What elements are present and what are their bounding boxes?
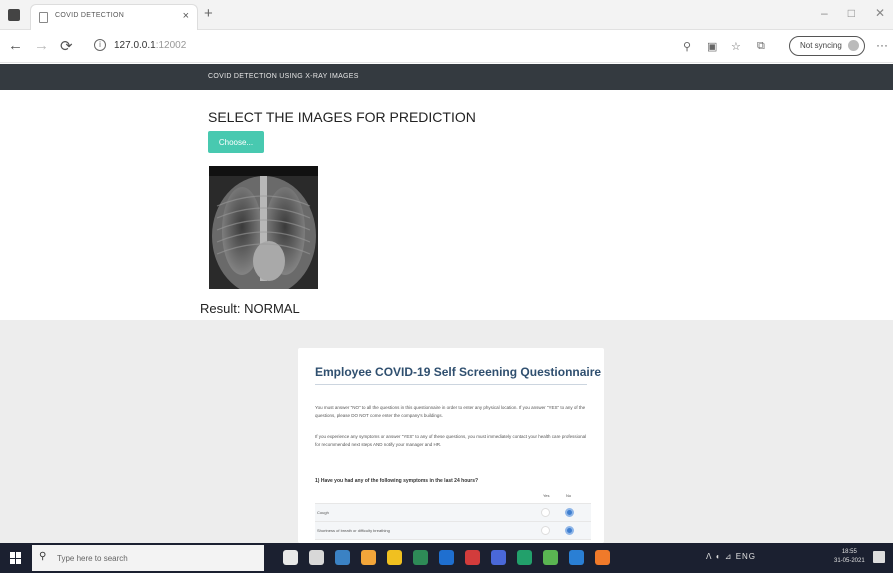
tab-title: COVID DETECTION (55, 12, 125, 19)
address-bar-row: ← → ⟳ i 127.0.0.1:12002 ⚲ ▣ ☆ ⧉ Not sync… (0, 30, 893, 63)
xray-image (209, 166, 318, 289)
taskbar-app-icon[interactable] (491, 550, 506, 565)
taskbar-app-icon[interactable] (361, 550, 376, 565)
url-host: 127.0.0.1 (114, 40, 156, 51)
symptom-grid: Yes No Cough Shortness of breath or diff… (315, 490, 591, 540)
taskbar-app-icon[interactable] (413, 550, 428, 565)
browser-tab[interactable]: COVID DETECTION × (30, 4, 198, 30)
cough-no-radio[interactable] (565, 508, 574, 517)
grid-row: Shortness of breath or difficulty breath… (315, 522, 591, 540)
clock-time: 18:55 (841, 549, 857, 555)
taskbar-clock[interactable]: 18:55 31-05-2021 (834, 548, 865, 566)
new-tab-icon[interactable]: + (204, 5, 213, 22)
forward-arrow-icon[interactable]: → (34, 37, 49, 54)
back-arrow-icon[interactable]: ← (8, 37, 23, 54)
page-heading: SELECT THE IMAGES FOR PREDICTION (208, 109, 476, 125)
more-options-icon[interactable]: ··· (876, 38, 888, 52)
taskbar-app-icon[interactable] (569, 550, 584, 565)
tab-actions-icon[interactable] (8, 9, 20, 21)
read-aloud-icon[interactable]: ▣ (707, 40, 717, 53)
taskbar-app-icon[interactable] (543, 550, 558, 565)
page-icon (39, 12, 48, 23)
windows-taskbar: ⚲ Type here to search ᐱ ◐ ⊿ ENG 18:55 31… (0, 543, 893, 573)
search-icon: ⚲ (39, 551, 47, 562)
breath-no-radio[interactable] (565, 526, 574, 535)
favorites-star-icon[interactable]: ☆ (731, 40, 741, 53)
profile-sync-button[interactable]: Not syncing (789, 36, 865, 56)
questionnaire-card: Employee COVID-19 Self Screening Questio… (298, 348, 604, 543)
taskbar-app-icon[interactable] (335, 550, 350, 565)
site-info-icon[interactable]: i (94, 39, 106, 51)
taskbar-app-icon[interactable] (595, 550, 610, 565)
questionnaire-title: Employee COVID-19 Self Screening Questio… (315, 365, 602, 379)
row-label: Shortness of breath or difficulty breath… (317, 528, 390, 533)
column-yes: Yes (543, 493, 550, 498)
browser-tab-strip: COVID DETECTION × + – □ ✕ (0, 0, 893, 30)
refresh-icon[interactable]: ⟳ (60, 37, 73, 55)
app-navbar: COVID DETECTION USING X-RAY IMAGES (0, 64, 893, 90)
close-window-icon[interactable]: ✕ (875, 6, 885, 20)
choose-file-button[interactable]: Choose... (208, 131, 264, 153)
window-controls: – □ ✕ (821, 6, 885, 20)
grid-header: Yes No (315, 490, 591, 504)
profile-avatar-icon (848, 40, 859, 51)
taskbar-search[interactable]: ⚲ Type here to search (32, 545, 264, 571)
row-label: Cough (317, 510, 329, 515)
url-port: :12002 (155, 40, 187, 51)
taskbar-app-icon[interactable] (439, 550, 454, 565)
zoom-icon[interactable]: ⚲ (683, 40, 691, 53)
url-field[interactable]: 127.0.0.1:12002 (114, 40, 186, 51)
search-placeholder: Type here to search (57, 554, 128, 563)
grid-row: Cough (315, 504, 591, 522)
app-title[interactable]: COVID DETECTION USING X-RAY IMAGES (208, 73, 359, 80)
taskbar-app-icon[interactable] (283, 550, 298, 565)
taskbar-app-icon[interactable] (517, 550, 532, 565)
maximize-icon[interactable]: □ (848, 6, 855, 20)
breath-yes-radio[interactable] (541, 526, 550, 535)
symptoms-paragraph: If you experience any symptoms or answer… (315, 434, 587, 447)
collections-icon[interactable]: ⧉ (757, 40, 765, 53)
taskbar-app-icon[interactable] (387, 550, 402, 565)
sync-label: Not syncing (800, 41, 842, 50)
taskbar-app-icon[interactable] (465, 550, 480, 565)
tab-close-icon[interactable]: × (183, 10, 189, 22)
windows-start-icon[interactable] (10, 552, 22, 564)
intro-paragraph: You must answer "NO" to all the question… (315, 405, 586, 418)
cough-yes-radio[interactable] (541, 508, 550, 517)
title-divider (315, 384, 587, 385)
notifications-icon[interactable] (873, 551, 885, 563)
system-tray[interactable]: ᐱ ◐ ⊿ ENG (706, 552, 756, 561)
column-no: No (566, 493, 572, 498)
prediction-result: Result: NORMAL (200, 301, 300, 316)
clock-date: 31-05-2021 (834, 558, 865, 564)
language-indicator: ENG (735, 552, 757, 561)
minimize-icon[interactable]: – (821, 6, 828, 20)
question-1: 1) Have you had any of the following sym… (315, 478, 479, 484)
taskbar-app-icon[interactable] (309, 550, 324, 565)
